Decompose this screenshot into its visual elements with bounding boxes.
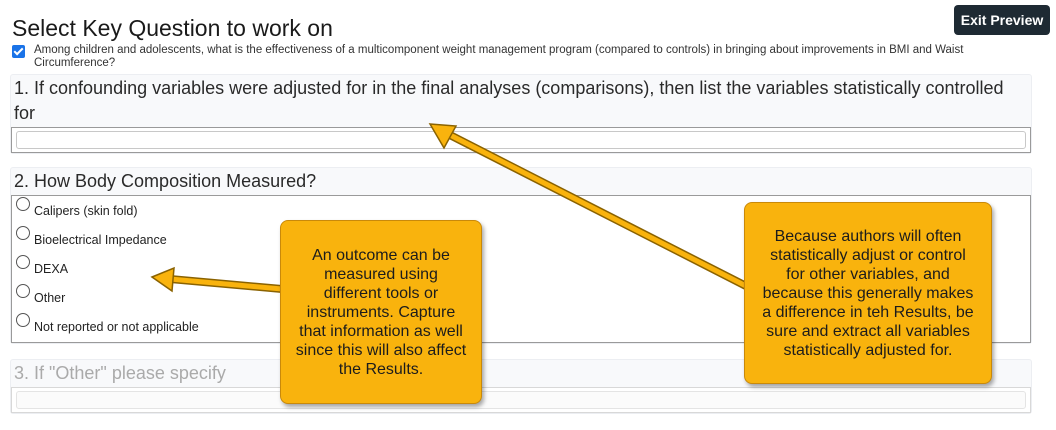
callout-measurement-tools: An outcome can be measured using differe… (280, 220, 482, 404)
callout-statistical-adjustment: Because authors will often statistically… (744, 202, 992, 384)
arrow-to-body-composition (150, 266, 286, 293)
